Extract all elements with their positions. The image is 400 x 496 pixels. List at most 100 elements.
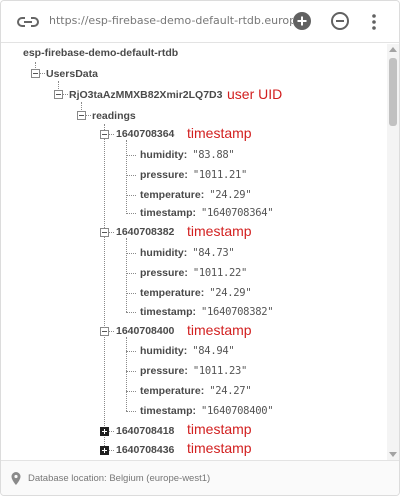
field-row[interactable]: pressure: "1011.22" (140, 264, 247, 282)
collapse-toggle-record[interactable] (100, 228, 109, 237)
record-node[interactable]: 1640708418 (116, 422, 174, 440)
field-value[interactable]: "1011.22" (193, 267, 248, 279)
field-value[interactable]: "84.94" (192, 345, 234, 357)
tree-connector (126, 391, 136, 392)
field-row[interactable]: humidity: "83.88" (140, 146, 235, 164)
record-node[interactable]: 1640708364 (116, 125, 174, 143)
tree-connector (109, 232, 114, 233)
field-value[interactable]: "1640708382" (201, 306, 274, 318)
status-footer: Database location: Belgium (europe-west1… (1, 460, 399, 495)
tree-connector (126, 351, 136, 352)
collapse-toggle-record[interactable] (100, 327, 109, 336)
tree-connector (86, 115, 91, 116)
field-name: timestamp: (140, 405, 197, 417)
field-value[interactable]: "1640708400" (201, 405, 274, 417)
tree-connector (126, 293, 136, 294)
field-row[interactable]: pressure: "1011.21" (140, 166, 247, 184)
field-value[interactable]: "84.73" (192, 247, 234, 259)
node-readings[interactable]: readings (92, 107, 136, 125)
field-row[interactable]: temperature: "24.27" (140, 382, 252, 400)
expand-toggle-record[interactable] (100, 446, 109, 455)
field-name: timestamp: (140, 306, 197, 318)
collapse-toggle-usersdata[interactable] (31, 69, 40, 78)
tree-connector (126, 312, 136, 313)
root-node[interactable]: esp-firebase-demo-default-rtdb (23, 44, 178, 62)
field-value[interactable]: "1011.23" (193, 365, 248, 377)
field-name: humidity: (140, 345, 188, 357)
record-key: 1640708418 (116, 425, 175, 437)
scrollbar-thumb[interactable] (389, 58, 397, 126)
collapse-toggle-record[interactable] (100, 130, 109, 139)
more-vert-icon[interactable] (367, 11, 381, 33)
field-name: temperature: (140, 189, 205, 201)
data-tree: esp-firebase-demo-default-rtdb UsersData… (1, 44, 387, 460)
field-row[interactable]: timestamp: "1640708364" (140, 204, 274, 222)
tree-connector (126, 213, 136, 214)
node-user-id-label: RjO3taAzMMXB82Xmir2LQ7D3 (69, 89, 223, 101)
root-node-label: esp-firebase-demo-default-rtdb (23, 47, 179, 59)
field-row[interactable]: humidity: "84.73" (140, 244, 235, 262)
record-key: 1640708382 (116, 226, 175, 238)
field-row[interactable]: timestamp: "1640708400" (140, 402, 274, 420)
minus-circle-icon[interactable] (331, 12, 349, 30)
tree-connector (109, 134, 114, 135)
tree-connector (109, 331, 114, 332)
tree-connector (126, 155, 136, 156)
field-name: humidity: (140, 247, 188, 259)
tree-connector (63, 94, 68, 95)
scroll-up-arrow-icon[interactable] (389, 47, 397, 52)
field-value[interactable]: "1011.21" (193, 169, 248, 181)
tree-connector (126, 337, 127, 411)
record-key: 1640708364 (116, 128, 175, 140)
annotation-timestamp: timestamp (187, 440, 252, 456)
field-row[interactable]: temperature: "24.29" (140, 284, 252, 302)
field-value[interactable]: "24.29" (209, 189, 251, 201)
field-name: temperature: (140, 385, 205, 397)
tree-connector (126, 238, 127, 312)
record-node[interactable]: 1640708436 (116, 441, 174, 459)
field-row[interactable]: temperature: "24.29" (140, 186, 252, 204)
database-panel: https://esp-firebase-demo-default-rtdb.e… (0, 0, 400, 496)
url-toolbar: https://esp-firebase-demo-default-rtdb.e… (1, 1, 399, 43)
field-name: pressure: (140, 169, 188, 181)
tree-connector (126, 140, 127, 212)
link-icon[interactable] (17, 13, 39, 31)
field-value[interactable]: "24.27" (209, 385, 251, 397)
field-name: pressure: (140, 365, 188, 377)
node-readings-label: readings (92, 110, 136, 122)
node-usersdata-label: UsersData (46, 68, 98, 80)
field-row[interactable]: pressure: "1011.23" (140, 362, 247, 380)
tree-connector (109, 431, 114, 432)
tree-connector (126, 175, 136, 176)
field-value[interactable]: "24.29" (209, 287, 251, 299)
field-name: humidity: (140, 149, 188, 161)
scroll-down-arrow-icon[interactable] (389, 452, 397, 457)
expand-toggle-record[interactable] (100, 427, 109, 436)
tree-connector (109, 450, 114, 451)
node-usersdata[interactable]: UsersData (46, 65, 98, 83)
collapse-toggle-user[interactable] (54, 90, 63, 99)
record-key: 1640708400 (116, 325, 175, 337)
database-location: Database location: Belgium (europe-west1… (28, 473, 211, 484)
field-name: timestamp: (140, 207, 197, 219)
field-value[interactable]: "1640708364" (201, 207, 274, 219)
field-row[interactable]: timestamp: "1640708382" (140, 303, 274, 321)
record-node[interactable]: 1640708382 (116, 223, 174, 241)
tree-connector (126, 273, 136, 274)
node-user-id[interactable]: RjO3taAzMMXB82Xmir2LQ7D3 (69, 86, 222, 104)
field-name: pressure: (140, 267, 188, 279)
annotation-user-uid: user UID (227, 86, 283, 102)
plus-circle-icon[interactable] (293, 12, 311, 30)
tree-connector (126, 195, 136, 196)
vertical-scrollbar[interactable] (387, 44, 399, 460)
annotation-timestamp: timestamp (187, 223, 252, 239)
tree-connector (104, 124, 105, 448)
collapse-toggle-readings[interactable] (77, 111, 86, 120)
annotation-timestamp: timestamp (187, 125, 252, 141)
record-node[interactable]: 1640708400 (116, 322, 174, 340)
field-row[interactable]: humidity: "84.94" (140, 342, 235, 360)
database-url[interactable]: https://esp-firebase-demo-default-rtdb.e… (49, 14, 293, 30)
tree-connector (126, 411, 136, 412)
field-value[interactable]: "83.88" (192, 149, 234, 161)
tree-connector (126, 253, 136, 254)
